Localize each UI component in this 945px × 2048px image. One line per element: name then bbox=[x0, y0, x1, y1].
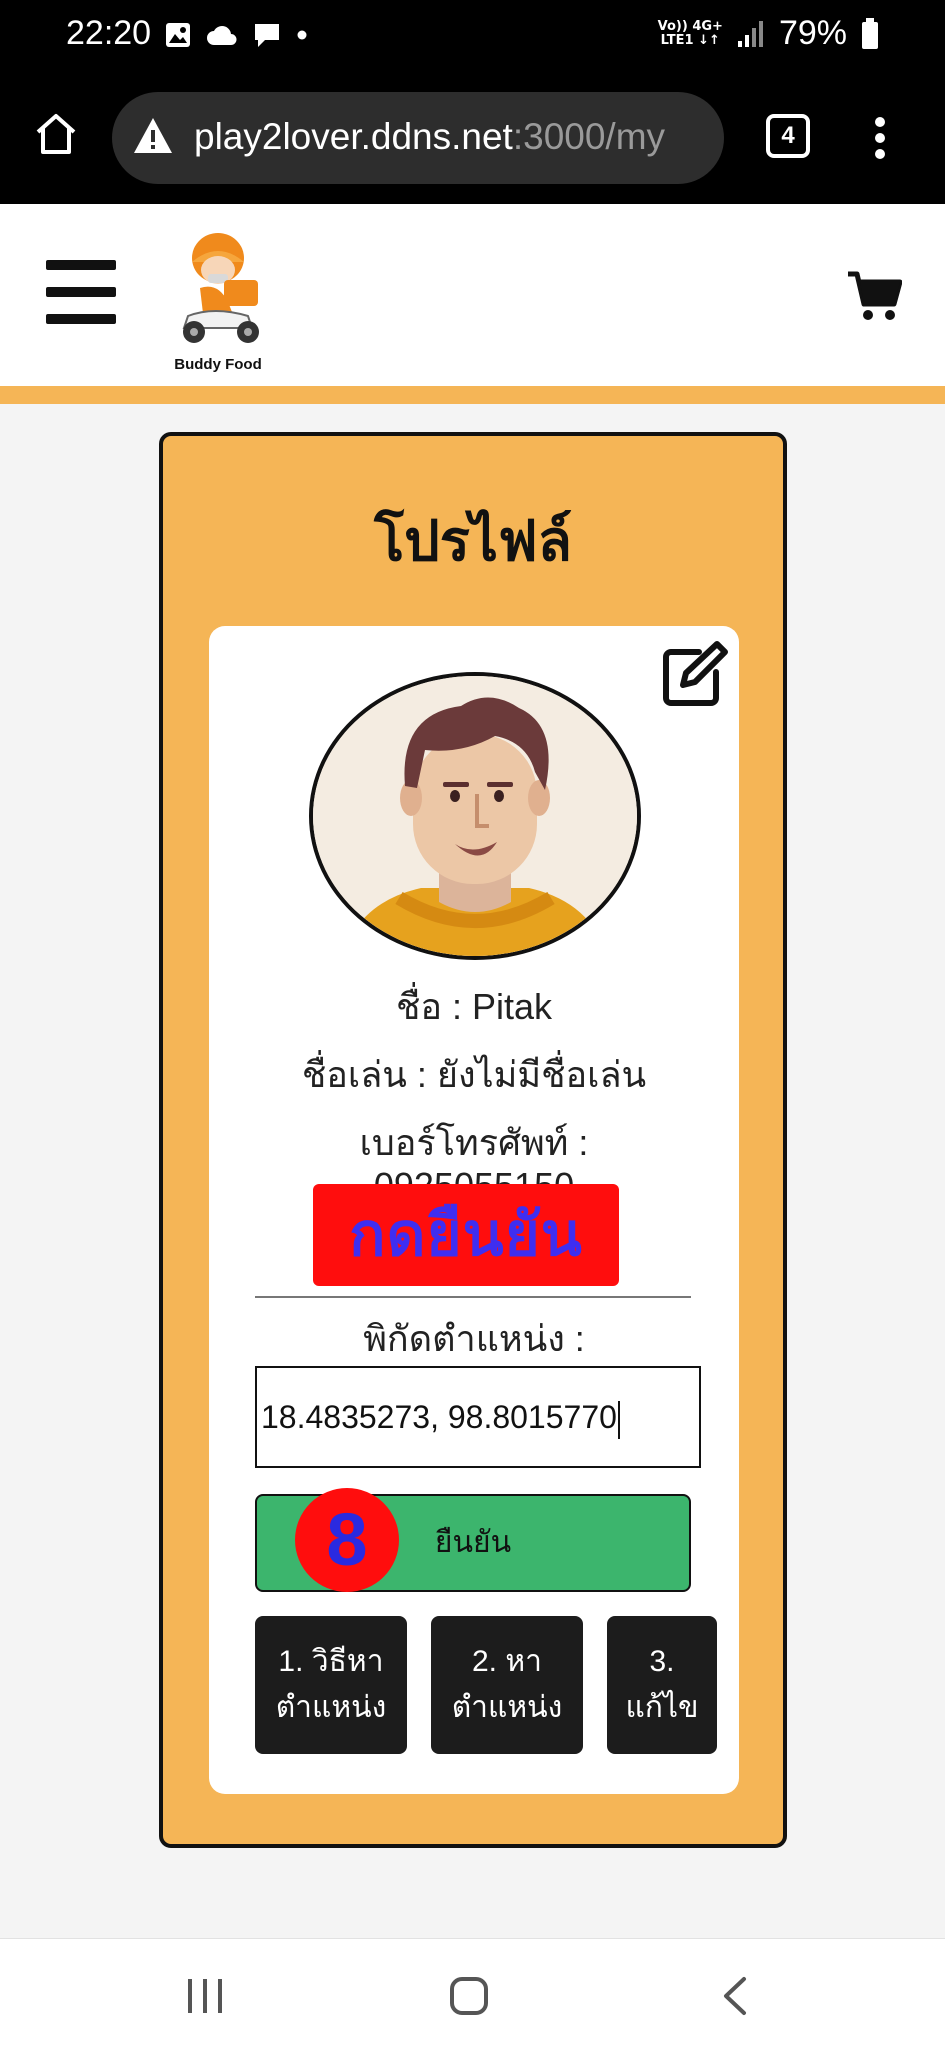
address-bar[interactable]: play2lover.ddns.net:3000/my bbox=[112, 92, 724, 184]
delivery-rider-icon bbox=[182, 233, 259, 343]
press-confirm-annotation: กดยืนยัน bbox=[313, 1184, 619, 1286]
signal-icon bbox=[737, 20, 763, 47]
coordinates-input[interactable]: 18.4835273, 98.8015770 bbox=[255, 1366, 701, 1468]
confirm-button[interactable]: ยืนยัน 8 bbox=[255, 1488, 691, 1592]
cart-icon[interactable] bbox=[846, 270, 902, 322]
edit-location-button[interactable]: 3. แก้ไข bbox=[607, 1616, 717, 1754]
header-accent-stripe bbox=[0, 386, 945, 404]
more-options-icon[interactable] bbox=[872, 116, 888, 160]
home-button-icon[interactable] bbox=[450, 1977, 488, 2015]
location-label: พิกัดตำแหน่ง : bbox=[363, 1318, 585, 1359]
network-indicator: Vo)) 4G+ LTE1 ↓↑ bbox=[657, 18, 723, 48]
warning-icon[interactable] bbox=[132, 116, 174, 156]
user-avatar-illustration bbox=[313, 676, 637, 956]
find-location-button[interactable]: 2. หา ตำแหน่ง bbox=[431, 1616, 583, 1754]
step-number-badge: 8 bbox=[295, 1488, 399, 1592]
status-bar: 22:20 Vo)) 4G+ LTE1 ↓↑ 79% bbox=[0, 0, 945, 72]
battery-icon bbox=[862, 17, 878, 49]
profile-details: ชื่อ : Pitak ชื่อเล่น : ยังไม่มีชื่อเล่น… bbox=[209, 626, 739, 1794]
phone-value-wrapper: 0925055150 bbox=[209, 1166, 739, 1185]
back-icon[interactable] bbox=[718, 1975, 752, 2017]
phone-value: 0925055150 bbox=[209, 1168, 739, 1185]
how-to-find-location-button[interactable]: 1. วิธีหา ตำแหน่ง bbox=[255, 1616, 407, 1754]
notification-icons bbox=[164, 20, 308, 50]
status-time: 22:20 bbox=[66, 14, 152, 52]
battery-level: 79% bbox=[778, 14, 847, 52]
tabs-button[interactable]: 4 bbox=[766, 114, 810, 158]
browser-toolbar: play2lover.ddns.net:3000/my 4 bbox=[0, 72, 945, 204]
message-icon bbox=[255, 24, 279, 47]
hamburger-menu-icon[interactable] bbox=[46, 260, 116, 324]
divider bbox=[255, 1296, 691, 1298]
phone-label: เบอร์โทรศัพท์ : bbox=[359, 1122, 589, 1163]
logo-text: Buddy Food bbox=[174, 356, 262, 373]
buddy-food-logo[interactable]: Buddy Food bbox=[166, 228, 270, 373]
page-title: โปรไฟล์ bbox=[374, 509, 572, 572]
name-text: ชื่อ : Pitak bbox=[395, 986, 553, 1027]
home-icon[interactable] bbox=[34, 112, 78, 156]
text-cursor bbox=[617, 1400, 620, 1439]
gallery-icon bbox=[166, 23, 190, 47]
url-text[interactable]: play2lover.ddns.net:3000/my bbox=[194, 116, 665, 158]
app-header: Buddy Food bbox=[0, 204, 945, 386]
profile-card: โปรไฟล์ ชื่อ : Pitak ชื่อเล่น: ยังไม่มี… bbox=[159, 432, 787, 1848]
edit-icon[interactable] bbox=[659, 638, 731, 710]
recent-apps-icon[interactable] bbox=[188, 1979, 222, 2013]
cloud-icon bbox=[207, 26, 237, 45]
nickname-text: ชื่อเล่น : ยังไม่มีชื่อเล่น bbox=[301, 1054, 647, 1095]
system-icons: Vo)) 4G+ LTE1 ↓↑ 79% bbox=[658, 14, 879, 53]
dot-icon bbox=[297, 30, 307, 40]
navigation-bar bbox=[0, 1938, 945, 2048]
avatar bbox=[309, 672, 641, 960]
